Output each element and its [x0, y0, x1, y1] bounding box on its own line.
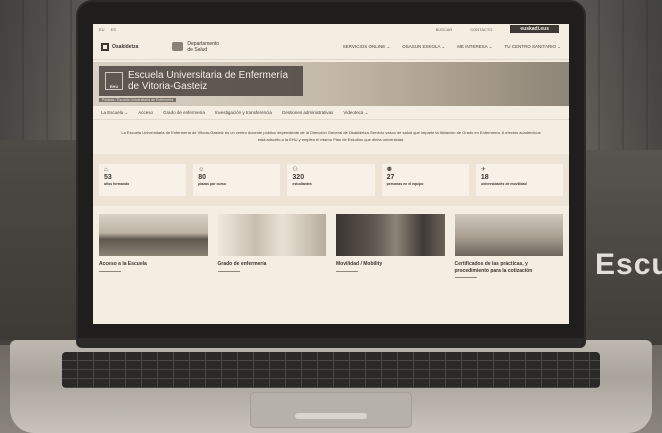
card-divider: [336, 270, 358, 272]
subnav-gestiones[interactable]: Gestiones administrativas: [282, 110, 334, 115]
search-link[interactable]: BUSCAR: [436, 27, 453, 32]
site-header: Osakidetza Departamento de Salud SERVICI…: [93, 34, 569, 60]
card-divider: [454, 277, 477, 278]
top-utility-bar: EU ES BUSCAR CONTACTO euskadi.eus: [93, 24, 569, 34]
nav-servicios-online[interactable]: SERVICIOS ONLINE ⌄: [343, 44, 390, 50]
card-divider: [99, 270, 121, 272]
card-title: Acceso a la Escuela: [99, 261, 147, 267]
team-icon: ⚉: [386, 167, 392, 173]
intro-text: La Escuela Universitaria de Enfermería d…: [121, 130, 541, 142]
stat-label: años formando: [104, 182, 130, 186]
stat-card: ⚉ 27 personas en el equipo: [381, 164, 469, 196]
nav-osasun-eskola[interactable]: OSASUN ESKOLA ⌄: [402, 44, 445, 50]
plane-icon: ✈: [480, 167, 486, 173]
subnav-la-escuela[interactable]: La Escuela ⌄: [101, 110, 128, 116]
lang-es-link[interactable]: ES: [111, 27, 116, 32]
graduation-cap-icon: ⌂: [104, 167, 108, 173]
nav-tu-centro-sanitario[interactable]: TU CENTRO SANITARIO ⌄: [505, 44, 561, 50]
stats-band: ⌂ 53 años formando ☺ 80 plazas por curso…: [93, 154, 569, 206]
stat-label: personas en el equipo: [386, 182, 424, 186]
stat-card: ✈ 18 universidades de movilidad: [475, 164, 564, 196]
laptop-hinge: [78, 338, 584, 346]
students-group-icon: ⚇: [292, 167, 298, 173]
stat-number: 27: [386, 174, 395, 181]
department-logo[interactable]: Departamento de Salud: [172, 41, 221, 53]
laptop-notch: [295, 413, 367, 419]
main-nav: SERVICIOS ONLINE ⌄ OSASUN ESKOLA ⌄ ME IN…: [343, 44, 561, 50]
euskadi-link[interactable]: euskadi.eus: [510, 25, 559, 33]
card-movilidad[interactable]: Movilidad / Mobility: [336, 214, 445, 278]
contact-link[interactable]: CONTACTO: [470, 27, 492, 32]
card-title: Grado de enfermería: [217, 261, 267, 267]
subnav-videoteca[interactable]: Videoteca ⌄: [343, 110, 368, 116]
section-nav: La Escuela ⌄ Acceso Grado de enfermería …: [93, 106, 569, 120]
background-building-sign: Escu: [595, 248, 662, 281]
stat-number: 53: [104, 174, 112, 181]
nav-me-interesa[interactable]: ME INTERESA ⌄: [457, 44, 492, 50]
card-image: [336, 214, 445, 256]
lang-eu-link[interactable]: EU: [99, 27, 105, 32]
feature-cards: Acceso a la Escuela Grado de enfermería …: [93, 206, 569, 278]
hero-banner: EHU Escuela Universitaria de Enfermería …: [93, 62, 569, 106]
department-label: Departamento de Salud: [187, 40, 220, 53]
stat-card: ⚇ 320 estudiantes: [287, 164, 375, 196]
stat-number: 320: [292, 174, 305, 181]
card-image: [454, 214, 563, 256]
osakidetza-logo-label: Osakidetza: [112, 43, 139, 50]
laptop-screen: EU ES BUSCAR CONTACTO euskadi.eus Osakid…: [93, 24, 569, 324]
card-acceso[interactable]: Acceso a la Escuela: [99, 214, 208, 278]
ehu-logo-icon: EHU: [105, 72, 123, 90]
subnav-grado[interactable]: Grado de enfermería: [163, 110, 205, 115]
subnav-acceso[interactable]: Acceso: [138, 110, 153, 115]
student-icon: ☺: [198, 167, 205, 173]
card-divider: [217, 270, 240, 272]
card-image: [99, 214, 208, 256]
laptop-trackpad: [250, 392, 412, 428]
page-title: Escuela Universitaria de Enfermería de V…: [128, 70, 289, 92]
card-certificados[interactable]: Certificados de las prácticas, y procedi…: [454, 214, 563, 278]
stat-label: universidades de movilidad: [480, 182, 527, 186]
stat-number: 18: [480, 174, 489, 181]
subnav-investigacion[interactable]: Investigación y transferencia: [215, 110, 272, 115]
hero-title-box: EHU Escuela Universitaria de Enfermería …: [99, 66, 303, 96]
government-seal-icon: [172, 42, 184, 51]
osakidetza-logo[interactable]: Osakidetza: [101, 42, 139, 51]
card-image: [217, 214, 326, 256]
stat-card: ☺ 80 plazas por curso: [193, 164, 281, 196]
osakidetza-logo-icon: [101, 42, 109, 51]
breadcrumb[interactable]: Portada / Escuela Universitaria de Enfer…: [99, 98, 177, 102]
card-title: Certificados de las prácticas, y procedi…: [454, 261, 533, 274]
card-grado[interactable]: Grado de enfermería: [217, 214, 326, 278]
card-title: Movilidad / Mobility: [336, 261, 383, 267]
stat-label: plazas por curso: [198, 182, 227, 186]
stat-label: estudiantes: [292, 182, 312, 186]
background-left-wall: [0, 140, 86, 340]
stat-card: ⌂ 53 años formando: [99, 164, 187, 196]
stat-number: 80: [198, 174, 206, 181]
laptop-keyboard: [62, 352, 600, 388]
